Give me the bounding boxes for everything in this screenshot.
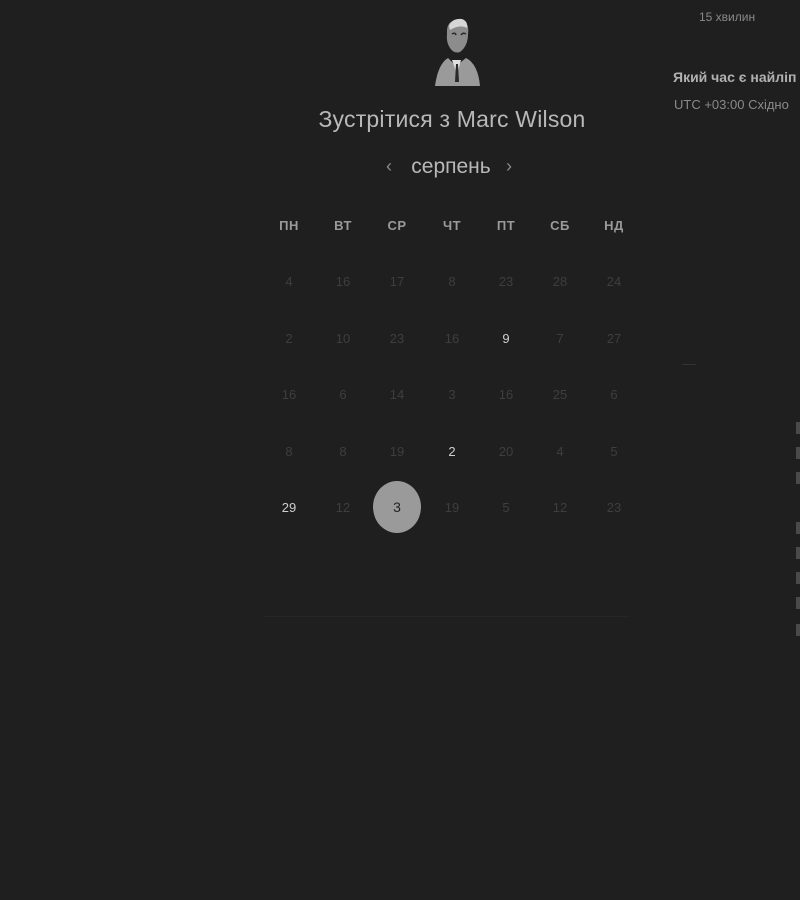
unavailable-day: 7 [556,330,564,346]
month-navigation: ‹ серпень › [380,152,522,184]
unavailable-day: 2 [285,330,293,346]
weekday-label: СБ [550,218,570,233]
unavailable-day: 6 [610,386,618,402]
unavailable-day: 23 [606,499,622,515]
unavailable-day: 8 [448,273,456,289]
available-day[interactable]: 29 [265,483,313,531]
unavailable-day: 12 [552,499,568,515]
weekday-label: СР [387,218,407,233]
unavailable-day: 17 [389,273,405,289]
unavailable-day: 19 [389,443,405,459]
unavailable-day: 20 [498,443,514,459]
unavailable-day: 4 [556,443,564,459]
unavailable-day: 16 [498,386,514,402]
unavailable-day: 10 [335,330,351,346]
unavailable-day: 24 [606,273,622,289]
unavailable-day: 16 [335,273,351,289]
weekday-label: ПН [279,218,299,233]
divider [682,364,696,365]
unavailable-day: 3 [448,386,456,402]
truncated-text [796,472,800,484]
weekday-label: НД [604,218,624,233]
unavailable-day: 14 [389,386,405,402]
unavailable-day: 19 [444,499,460,515]
truncated-text [796,522,800,534]
unavailable-day: 25 [552,386,568,402]
unavailable-day: 27 [606,330,622,346]
month-label: серпень [411,155,491,178]
unavailable-day: 16 [281,386,297,402]
unavailable-day: 23 [389,330,405,346]
weekday-label: ВТ [334,218,352,233]
chevron-left-icon[interactable]: ‹ [386,156,392,177]
available-day[interactable]: 2 [428,427,476,475]
unavailable-day: 5 [610,443,618,459]
selected-day[interactable]: 3 [373,481,421,533]
timezone-selector[interactable]: UTC +03:00 Східно [674,97,800,112]
unavailable-day: 5 [502,499,510,515]
truncated-text [796,547,800,559]
available-day[interactable]: 9 [482,314,530,362]
unavailable-day: 4 [285,273,293,289]
unavailable-day: 8 [339,443,347,459]
truncated-text [796,422,800,434]
weekday-label: ПТ [496,218,516,233]
unavailable-day: 23 [498,273,514,289]
unavailable-day: 28 [552,273,568,289]
time-question: Який час є найліп [673,69,797,85]
duration-label: 15 хвилин [699,10,756,24]
unavailable-day: 12 [335,499,351,515]
avatar [435,18,480,86]
unavailable-day: 16 [444,330,460,346]
chevron-right-icon[interactable]: › [506,156,512,177]
weekday-label: ЧТ [442,218,462,233]
truncated-text [796,624,800,636]
truncated-text [796,597,800,609]
truncated-text [796,572,800,584]
unavailable-day: 8 [285,443,293,459]
unavailable-day: 6 [339,386,347,402]
truncated-text [796,447,800,459]
